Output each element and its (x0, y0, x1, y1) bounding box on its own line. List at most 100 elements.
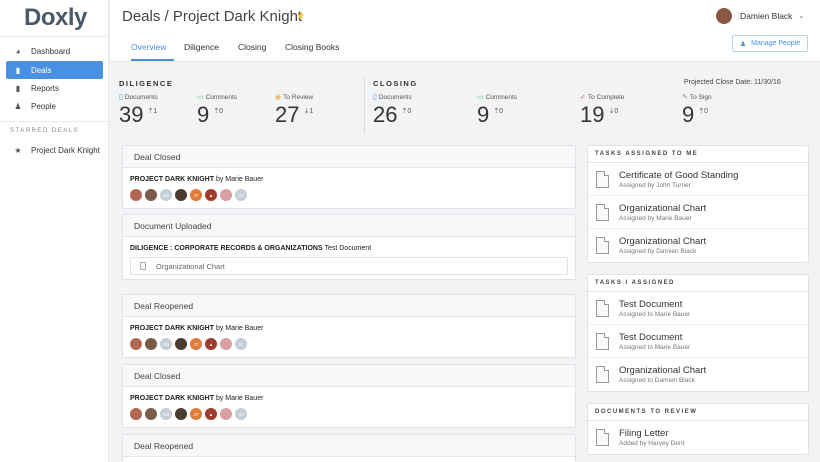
avatar[interactable]: DB (160, 338, 172, 350)
task-item[interactable]: Organizational Chart Assigned by Damien B… (588, 229, 808, 262)
avatar[interactable]: JC (235, 408, 247, 420)
stat-delta: ⇣1 (303, 108, 314, 115)
panel-heading: DOCUMENTS TO REVIEW (588, 404, 808, 421)
task-text: Certificate of Good Standing Assigned by … (619, 170, 738, 189)
task-text: Filing Letter Added by Harvey Dent (619, 428, 684, 447)
avatar[interactable] (175, 408, 187, 420)
activity-body: PROJECT DARK KNIGHT by Marie Bauer DB JT ▲ J… (123, 168, 575, 209)
avatar[interactable] (130, 338, 142, 350)
avatar[interactable] (220, 338, 232, 350)
document-name: Organizational Chart (156, 261, 225, 271)
avatar[interactable] (220, 408, 232, 420)
tab-closing[interactable]: Closing (238, 42, 266, 52)
activity-description: DILIGENCE : CORPORATE RECORDS & ORGANIZA… (130, 245, 568, 252)
diligence-heading: DILIGENCE (119, 79, 174, 88)
stat-label-text: To Sign (689, 93, 712, 101)
activity-body: DILIGENCE : CORPORATE RECORDS & ORGANIZA… (123, 237, 575, 283)
avatar[interactable]: JT (190, 189, 202, 201)
starred-item-project-dark-knight[interactable]: ★ Project Dark Knight (6, 141, 103, 159)
divider (0, 121, 109, 122)
task-item[interactable]: Test Document Assigned to Marie Bauer (588, 325, 808, 358)
avatar[interactable]: ▲ (205, 189, 217, 201)
activity-detail: by Marie Bauer (214, 395, 264, 402)
stat-to-sign[interactable]: ✎ To Sign 9 ⇡0 (682, 93, 712, 128)
favorite-star-icon[interactable]: ★ (296, 11, 305, 22)
stat-to-complete[interactable]: ✓ To Complete 19 ⇣0 (580, 93, 624, 128)
stat-documents[interactable]: ▯ Documents 26 ⇡0 (373, 93, 412, 128)
stat-value: 26 ⇡0 (373, 102, 412, 128)
stat-value: 19 ⇣0 (580, 102, 624, 128)
stat-documents[interactable]: ▯ Documents 39 ⇡1 (119, 93, 158, 128)
avatar[interactable]: DB (160, 189, 172, 201)
task-item[interactable]: Certificate of Good Standing Assigned by … (588, 163, 808, 196)
avatar[interactable]: JT (190, 408, 202, 420)
avatar[interactable] (145, 408, 157, 420)
avatar[interactable]: JC (235, 189, 247, 201)
activity-title: Deal Closed (123, 146, 575, 168)
tab-overview[interactable]: Overview (131, 42, 166, 52)
stat-number: 27 (275, 102, 300, 127)
document-link[interactable]: Organizational Chart (130, 257, 568, 275)
activity-title: Deal Closed (123, 365, 575, 387)
sidebar-item-label: Reports (31, 83, 60, 93)
stat-label: ▭ Comments (197, 93, 238, 102)
logo[interactable]: Doxly (24, 4, 87, 32)
stat-value: 39 ⇡1 (119, 102, 158, 128)
stat-label: ✓ To Complete (580, 93, 625, 102)
task-item[interactable]: Test Document Assigned to Marie Bauer (588, 292, 808, 325)
avatar[interactable]: ▲ (205, 338, 217, 350)
sidebar-item-people[interactable]: ♟ People (6, 97, 103, 115)
stat-label: ▭ Comments (477, 93, 517, 102)
file-icon (596, 366, 609, 383)
stat-comments[interactable]: ▭ Comments 9 ⇡0 (197, 93, 237, 128)
avatar[interactable]: ▲ (205, 408, 217, 420)
task-item[interactable]: Organizational Chart Assigned to Damien B… (588, 358, 808, 391)
divider (0, 36, 109, 37)
stat-label-text: Comments (205, 93, 238, 101)
activity-subject[interactable]: PROJECT DARK KNIGHT (130, 325, 214, 332)
stat-label-text: To Complete (587, 93, 625, 101)
activity-card: Deal Closed PROJECT DARK KNIGHT by Marie … (122, 145, 576, 209)
sidebar-item-dashboard[interactable]: ◕ Dashboard (6, 42, 103, 60)
tab-diligence[interactable]: Diligence (184, 42, 219, 52)
sidebar-item-reports[interactable]: ▮ Reports (6, 79, 103, 97)
task-item[interactable]: Organizational Chart Assigned by Marie Ba… (588, 196, 808, 229)
activity-title: Document Uploaded (123, 215, 575, 237)
task-item[interactable]: Filing Letter Added by Harvey Dent (588, 421, 808, 454)
task-assignee: Assigned by John Turner (619, 181, 691, 189)
avatar[interactable] (145, 189, 157, 201)
stat-icon: ▯ (119, 94, 123, 101)
avatar[interactable] (130, 408, 142, 420)
activity-subject[interactable]: PROJECT DARK KNIGHT (130, 176, 214, 183)
divider (364, 77, 365, 133)
stat-icon: ✎ (682, 94, 688, 101)
activity-subject[interactable]: DILIGENCE : CORPORATE RECORDS & ORGANIZA… (130, 245, 323, 252)
stat-value: 27 ⇣1 (275, 102, 313, 128)
stat-icon: ▯ (373, 94, 377, 101)
avatar[interactable] (175, 189, 187, 201)
stat-comments[interactable]: ▭ Comments 9 ⇡0 (477, 93, 517, 128)
avatar[interactable] (220, 189, 232, 201)
stat-number: 19 (580, 102, 605, 127)
file-icon (140, 262, 146, 270)
tab-closing-books[interactable]: Closing Books (285, 42, 339, 52)
panel-i-assigned: TASKS I ASSIGNED Test Document Assigned to… (587, 274, 809, 392)
avatar[interactable] (130, 189, 142, 201)
people-icon: ♟ (14, 101, 22, 111)
avatar[interactable]: DB (160, 408, 172, 420)
activity-detail: Test Document (322, 245, 372, 252)
task-assignee: Assigned to Damien Black (619, 377, 695, 384)
stat-to-review[interactable]: ◉ To Review 27 ⇣1 (275, 93, 313, 128)
user-menu[interactable]: Damien Black ⌄ (716, 8, 804, 24)
activity-subject[interactable]: PROJECT DARK KNIGHT (130, 395, 214, 402)
avatar[interactable]: JT (190, 338, 202, 350)
avatar[interactable] (145, 338, 157, 350)
sidebar-item-deals[interactable]: ▮ Deals (6, 61, 103, 79)
chevron-down-icon: ⌄ (798, 13, 805, 20)
avatar[interactable]: JC (235, 338, 247, 350)
activity-description: PROJECT DARK KNIGHT by Marie Bauer (130, 395, 568, 402)
avatar (716, 8, 732, 24)
manage-people-button[interactable]: ♟ Manage People (732, 35, 808, 52)
avatar[interactable] (175, 338, 187, 350)
file-icon (596, 203, 609, 221)
